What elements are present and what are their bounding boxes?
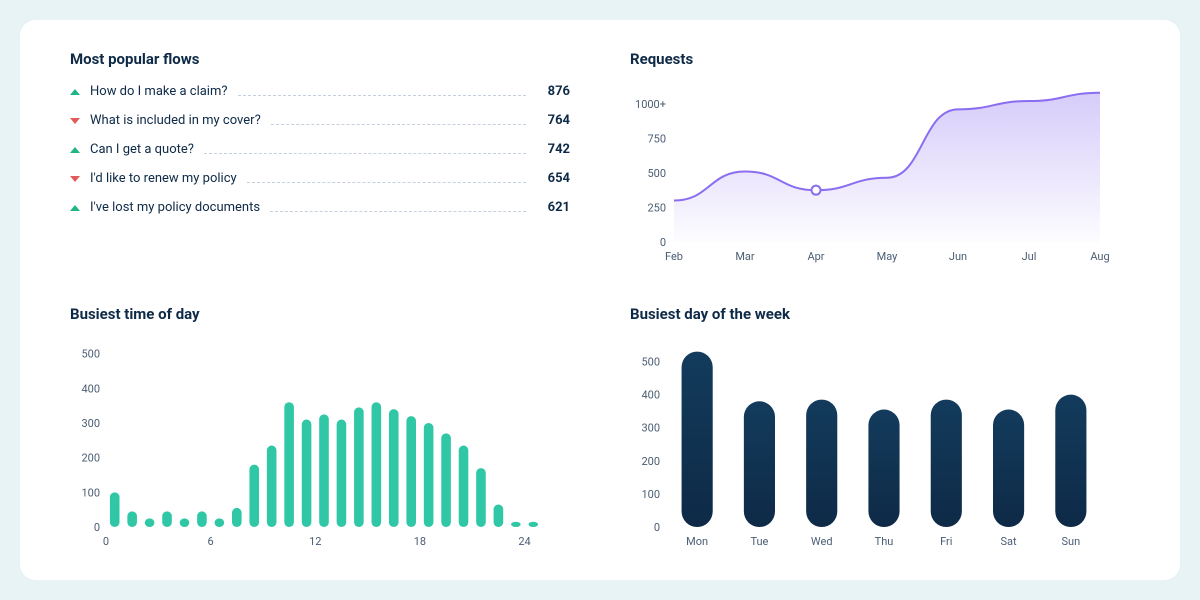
flow-leader [270,211,526,212]
flow-count: 764 [536,113,570,128]
popular-flows-title: Most popular flows [70,50,570,68]
svg-text:500: 500 [641,356,660,369]
svg-text:200: 200 [641,455,660,468]
svg-text:Mar: Mar [735,250,755,263]
trend-up-icon [70,205,80,211]
svg-text:12: 12 [309,535,321,548]
svg-text:24: 24 [518,535,530,548]
flow-list: How do I make a claim? 876 What is include… [70,84,570,215]
flow-count: 621 [536,200,570,215]
flow-row: I've lost my policy documents 621 [70,200,570,215]
svg-text:0: 0 [654,521,660,534]
svg-text:Jun: Jun [949,250,967,263]
svg-text:Mon: Mon [686,535,708,548]
svg-text:0: 0 [660,236,666,249]
busiest-day-title: Busiest day of the week [630,305,1130,323]
flow-label: What is included in my cover? [90,113,261,128]
svg-text:6: 6 [208,535,214,548]
svg-text:750: 750 [647,132,666,145]
busiest-time-chart: 0 100 200 300 400 500 0 6 12 18 24 [70,339,570,560]
requests-panel: Requests 0 250 500 750 1000+ Feb Mar Apr May Jun J… [630,50,1130,275]
flow-leader [238,95,526,96]
svg-text:0: 0 [94,521,100,534]
svg-text:250: 250 [647,201,666,214]
dashboard-card: Most popular flows How do I make a claim… [20,20,1180,580]
flow-row: How do I make a claim? 876 [70,84,570,99]
busiest-day-panel: Busiest day of the week 0 100 200 300 400 500… [630,305,1130,560]
svg-text:Wed: Wed [811,535,833,548]
svg-text:Sat: Sat [1001,535,1018,548]
trend-up-icon [70,89,80,95]
svg-text:500: 500 [81,348,100,361]
svg-text:400: 400 [641,389,660,402]
flow-leader [204,153,526,154]
svg-text:18: 18 [414,535,426,548]
flow-row: Can I get a quote? 742 [70,142,570,157]
svg-text:200: 200 [81,452,100,465]
popular-flows-panel: Most popular flows How do I make a claim… [70,50,570,275]
flow-row: What is included in my cover? 764 [70,113,570,128]
busiest-day-chart: 0 100 200 300 400 500 Mon Tue Wed Thu Fri Sat Sun [630,339,1130,560]
requests-chart: 0 250 500 750 1000+ Feb Mar Apr May Jun Jul Aug [630,84,1130,275]
svg-text:Thu: Thu [875,535,894,548]
svg-text:500: 500 [647,167,666,180]
svg-text:100: 100 [641,488,660,501]
flow-row: I'd like to renew my policy 654 [70,171,570,186]
busiest-time-panel: Busiest time of day 0 100 200 300 400 500 0 6 12… [70,305,570,560]
requests-title: Requests [630,50,1130,68]
svg-text:400: 400 [81,382,100,395]
busiest-time-title: Busiest time of day [70,305,570,323]
svg-text:Apr: Apr [807,250,824,263]
svg-text:Sun: Sun [1062,535,1081,548]
svg-text:300: 300 [641,422,660,435]
flow-count: 742 [536,142,570,157]
svg-text:Tue: Tue [750,535,768,548]
svg-text:1000+: 1000+ [635,98,666,111]
svg-text:Feb: Feb [665,250,683,263]
svg-text:Jul: Jul [1022,250,1037,263]
flow-count: 654 [536,171,570,186]
trend-up-icon [70,147,80,153]
flow-count: 876 [536,84,570,99]
svg-text:0: 0 [103,535,109,548]
trend-down-icon [70,118,80,124]
svg-text:Fri: Fri [940,535,952,548]
flow-leader [247,182,526,183]
trend-down-icon [70,176,80,182]
flow-label: How do I make a claim? [90,84,228,99]
flow-leader [271,124,526,125]
flow-label: I'd like to renew my policy [90,171,237,186]
svg-text:Aug: Aug [1090,250,1109,263]
svg-text:100: 100 [81,486,100,499]
flow-label: I've lost my policy documents [90,200,260,215]
flow-label: Can I get a quote? [90,142,194,157]
svg-text:May: May [877,250,899,263]
svg-text:300: 300 [81,417,100,430]
